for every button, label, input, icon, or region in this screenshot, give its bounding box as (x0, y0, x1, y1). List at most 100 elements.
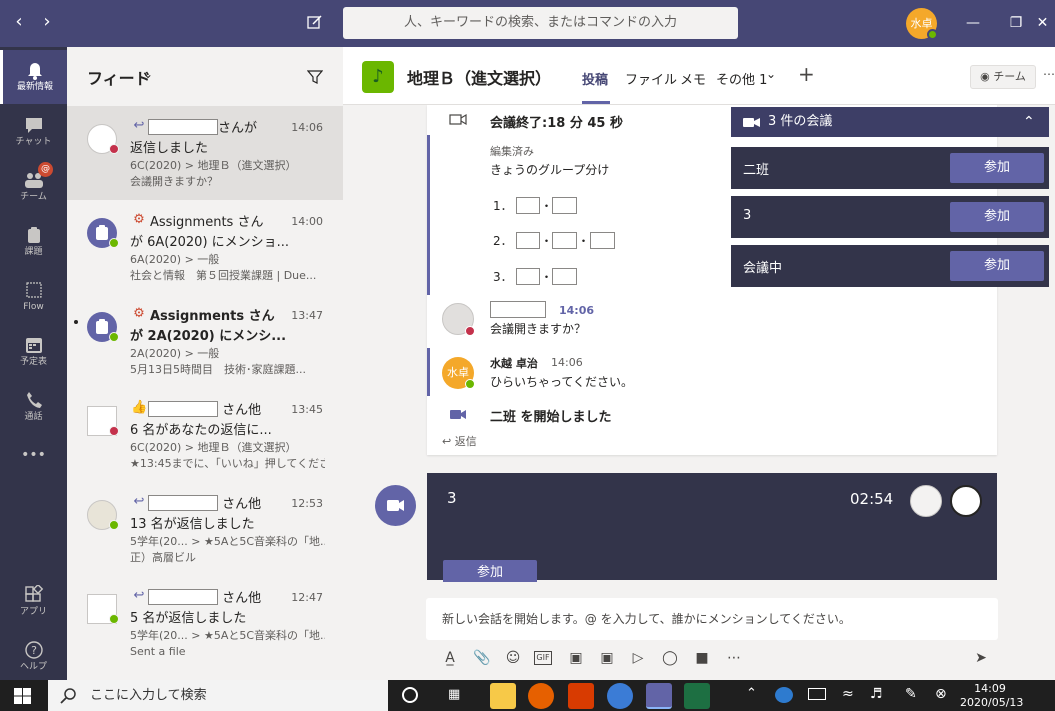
message-time: 14:06 (559, 304, 595, 317)
sticker-icon[interactable]: ▣ (566, 648, 586, 668)
onedrive-icon[interactable] (775, 687, 793, 703)
gif-icon[interactable]: GIF (534, 651, 552, 665)
send-icon[interactable]: ➤ (971, 648, 991, 668)
redacted-name (552, 197, 578, 214)
join-meeting-button[interactable]: 参加 (950, 153, 1044, 183)
list-item: 3． ・ (493, 268, 578, 285)
rail-item-help[interactable]: ? ヘルプ (0, 630, 67, 684)
bell-icon (28, 63, 42, 80)
meeting-name: 3 (743, 208, 752, 223)
volume-icon[interactable]: ♬ (870, 686, 883, 702)
join-meeting-button[interactable]: 参加 (950, 251, 1044, 281)
taskbar-clock[interactable]: 14:09 2020/05/13 (960, 682, 1024, 710)
more-options-icon[interactable]: ⋯ (724, 648, 744, 668)
cortana-icon[interactable] (402, 687, 418, 703)
redacted-name (148, 119, 218, 135)
team-avatar: ♪ (362, 61, 394, 93)
praise-icon[interactable]: ◯ (660, 648, 680, 668)
tab-files[interactable]: ファイル (625, 69, 677, 88)
rail-item-calls[interactable]: 通話 (0, 380, 67, 434)
tab-posts[interactable]: 投稿 (582, 69, 608, 88)
clock-date: 2020/05/13 (960, 696, 1024, 709)
apps-icon (24, 585, 43, 602)
minimize-button[interactable]: — (950, 0, 996, 47)
redacted-name (516, 197, 541, 214)
attach-icon[interactable]: 📎 (472, 648, 492, 668)
rail-item-activity[interactable]: 最新情報 (0, 50, 67, 104)
reply-label: 返信 (454, 435, 477, 448)
feed-item[interactable]: ↩ さん他 5 名が返信しました 12:47 5学年(20... > ★5Aと5C… (67, 576, 343, 670)
redacted-name (589, 232, 615, 249)
chevron-up-icon[interactable]: ⌃ (1023, 107, 1035, 137)
firefox-icon[interactable] (528, 683, 554, 709)
tab-more[interactable]: その他 1 (716, 69, 767, 88)
meetings-panel-header[interactable]: 3 件の会議 ⌃ (731, 107, 1049, 137)
feed-item[interactable]: ⚙ Assignments さんが 6A(2020) にメンショ... 14:0… (67, 200, 343, 294)
excel-icon[interactable] (684, 683, 710, 709)
new-chat-icon[interactable] (306, 13, 326, 33)
meet-now-icon[interactable]: ▣ (597, 648, 617, 668)
join-meeting-button[interactable]: 参加 (443, 560, 537, 582)
file-explorer-icon[interactable] (490, 683, 516, 709)
feed-item[interactable]: 👍 さん他 6 名があなたの返信に... 13:45 6C(2020) > 地理Ｂ… (67, 388, 343, 482)
chat-icon (25, 118, 42, 133)
rail-item-apps[interactable]: アプリ (0, 575, 67, 629)
list-item: 2． ・・ (493, 232, 615, 249)
close-button[interactable]: ✕ (1030, 0, 1055, 47)
meeting-row: 二班 参加 (731, 147, 1049, 189)
meeting-row: 3 参加 (731, 196, 1049, 238)
feed-item[interactable]: ⚙ Assignments さんが 2A(2020) にメンシ... 13:47… (67, 294, 343, 388)
task-view-icon[interactable]: ▦ (448, 687, 466, 703)
channel-title: 地理Ｂ（進文選択） (407, 69, 552, 88)
feed-item-title: さんが 返信しました (130, 119, 295, 159)
chevron-down-icon[interactable]: ⌄ (766, 67, 776, 81)
feed-item[interactable]: ↩ さんが 返信しました 14:06 6C(2020) > 地理Ｂ（進文選択） 会… (67, 106, 343, 200)
chevron-up-icon[interactable]: ⌃ (746, 686, 757, 701)
reply-link[interactable]: ↩ 返信 (442, 433, 477, 449)
team-button-label: チーム (993, 70, 1026, 83)
compose-input[interactable]: 新しい会話を開始します。@ を入力して、誰かにメンションしてください。 (426, 598, 998, 640)
office-icon[interactable] (568, 683, 594, 709)
pen-icon[interactable]: ✎ (905, 686, 917, 702)
rail-label: 課題 (24, 247, 43, 257)
rail-item-chat[interactable]: チャット (0, 105, 67, 159)
join-meeting-button[interactable]: 参加 (950, 202, 1044, 232)
calendar-icon (25, 338, 42, 353)
presence-available-icon (465, 379, 475, 389)
redacted-name (516, 232, 541, 249)
app-icon[interactable] (607, 683, 633, 709)
rail-item-calendar[interactable]: 予定表 (0, 325, 67, 379)
teams-taskbar-icon[interactable] (646, 683, 672, 709)
feed-item-action: 5 名が返信しました (130, 611, 247, 626)
close-circle-icon[interactable]: ⊗ (935, 686, 947, 702)
rail-label: Flow (23, 302, 44, 312)
feed-item[interactable]: ↩ さん他 13 名が返信しました 12:53 5学年(20... > ★5Aと5… (67, 482, 343, 576)
windows-start-icon[interactable] (14, 688, 31, 704)
more-apps-icon[interactable]: ••• (0, 447, 67, 463)
emoji-icon[interactable]: ☺ (503, 648, 523, 668)
feed-title[interactable]: フィード (87, 65, 151, 89)
back-icon[interactable]: ‹ (9, 12, 29, 32)
stream-icon[interactable]: ▷ (628, 648, 648, 668)
add-tab-icon[interactable]: + (798, 62, 815, 86)
wifi-icon[interactable]: ≈ (842, 686, 854, 702)
rail-item-assignments[interactable]: 課題 (0, 215, 67, 269)
more-options-icon[interactable]: ⋯ (1043, 67, 1055, 81)
forward-icon[interactable]: › (37, 12, 57, 32)
filter-icon[interactable] (307, 69, 323, 85)
tab-notes[interactable]: メモ (680, 69, 706, 88)
chevron-down-icon[interactable]: ⌄ (143, 67, 153, 81)
rail-item-teams[interactable]: チーム (0, 160, 67, 214)
active-meeting-card: 3 02:54 参加 (427, 473, 997, 582)
search-input[interactable]: 人、キーワードの検索、またはコマンドの入力 (343, 7, 738, 39)
team-button[interactable]: ◉ チーム (970, 65, 1036, 89)
format-icon[interactable]: A̲ (440, 648, 460, 668)
rail-item-flow[interactable]: Flow (0, 270, 67, 324)
battery-icon[interactable] (808, 688, 826, 700)
taskbar-search-input[interactable]: ここに入力して検索 (48, 680, 388, 711)
video-icon[interactable]: ■ (692, 648, 712, 668)
feed-item-time: 12:53 (291, 497, 323, 510)
feed-item-preview: 社会と情報 第５回授業課題 | Due... (130, 269, 317, 282)
unread-indicator (74, 320, 78, 324)
meetings-panel: 3 件の会議 ⌃ 二班 参加 3 参加 会議中 参加 (731, 107, 1049, 287)
